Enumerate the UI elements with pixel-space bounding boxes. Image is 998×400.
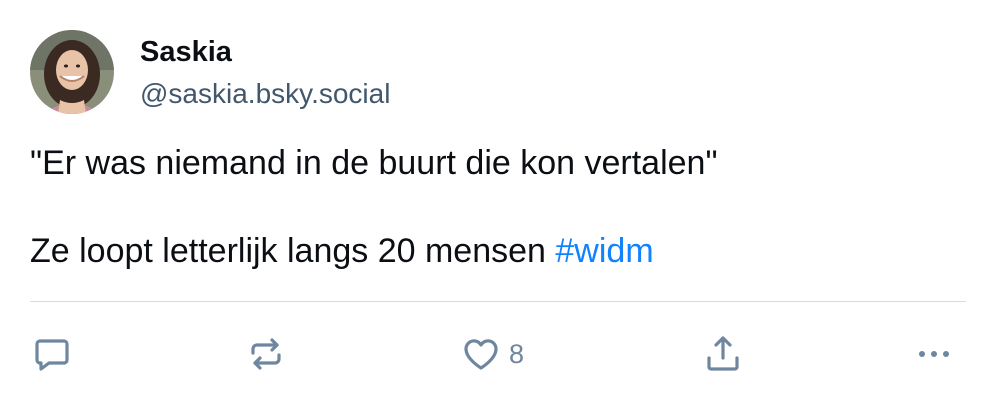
post-text-line-1: "Er was niemand in de buurt die kon vert… (30, 144, 718, 182)
avatar[interactable] (30, 30, 114, 114)
repost-button[interactable] (246, 328, 286, 380)
share-button[interactable] (703, 328, 743, 380)
post-actions-bar: 8 (0, 328, 998, 380)
post-text-line-2-prefix: Ze loopt letterlijk langs 20 mensen (30, 232, 556, 270)
divider (30, 301, 966, 302)
heart-icon (464, 339, 498, 370)
author-info: Saskia @saskia.bsky.social (140, 34, 390, 112)
post-text-line-2: Ze loopt letterlijk langs 20 mensen #wid… (30, 229, 970, 273)
post-text: "Er was niemand in de buurt die kon vert… (30, 141, 970, 273)
author-handle[interactable]: @saskia.bsky.social (140, 76, 390, 112)
like-count: 8 (509, 339, 525, 369)
ellipsis-icon (919, 351, 949, 357)
speech-bubble-icon (35, 339, 69, 371)
avatar-image (30, 30, 114, 114)
repost-arrows-icon (251, 338, 281, 370)
more-options-button[interactable] (914, 328, 954, 380)
reply-button[interactable] (32, 328, 72, 380)
like-button[interactable]: 8 (461, 328, 524, 380)
hashtag-link[interactable]: #widm (555, 232, 653, 270)
post-card: Saskia @saskia.bsky.social "Er was niema… (0, 0, 998, 400)
share-upload-icon (707, 336, 739, 371)
author-display-name[interactable]: Saskia (140, 34, 390, 70)
